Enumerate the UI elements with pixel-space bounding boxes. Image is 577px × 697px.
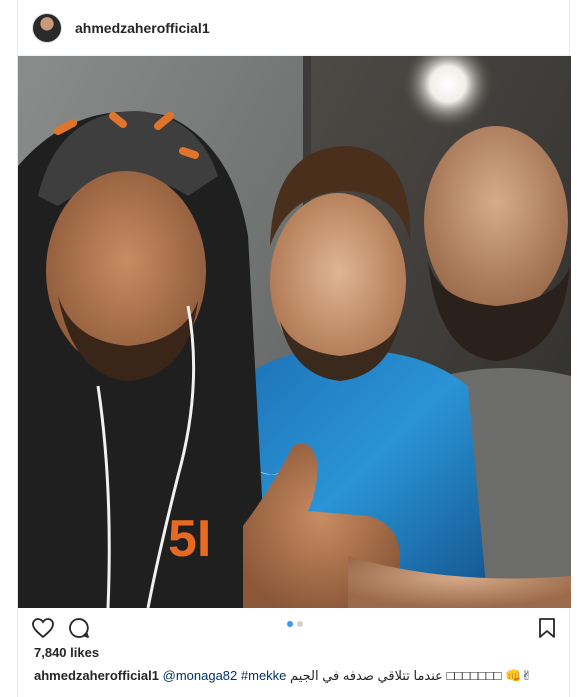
caption-mention[interactable]: @monaga82 <box>163 668 238 683</box>
caption-boxes: □□□□□□□ <box>446 668 502 683</box>
caption-hashtag[interactable]: #mekke <box>241 668 287 683</box>
photo-image: 5I <box>18 56 571 608</box>
post-caption: ahmedzaherofficial1 @monaga82 #mekke عند… <box>34 668 559 684</box>
svg-text:5I: 5I <box>168 510 211 568</box>
comment-icon[interactable] <box>67 616 91 640</box>
avatar[interactable] <box>32 12 62 43</box>
post-photo[interactable]: 5I <box>18 56 571 608</box>
caption-username[interactable]: ahmedzaherofficial1 <box>34 668 159 683</box>
caption-emoji: 👊✌ <box>505 668 533 683</box>
caption-text: عندما تتلاقي صدفه في الجيم <box>290 668 443 683</box>
likes-count[interactable]: 7,840 likes <box>34 645 99 660</box>
carousel-dot-active[interactable] <box>287 621 293 627</box>
post-username[interactable]: ahmedzaherofficial1 <box>75 20 210 36</box>
heart-icon[interactable] <box>31 616 55 640</box>
post-header: ahmedzaherofficial1 <box>18 0 571 56</box>
post-card: ahmedzaherofficial1 5I 7,840 likes ahmed… <box>17 0 571 697</box>
carousel-indicator <box>287 621 303 627</box>
carousel-dot[interactable] <box>297 621 303 627</box>
action-bar <box>18 608 571 646</box>
bookmark-icon[interactable] <box>535 616 559 640</box>
